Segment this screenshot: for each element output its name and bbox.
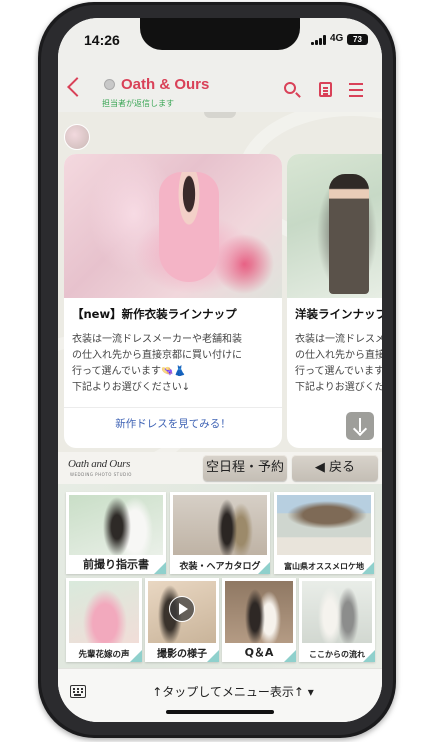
- rich-menu: Oath and Ours WEDDING PHOTO STUDIO 空日程・予…: [58, 452, 382, 668]
- card-title: 【new】新作衣装ラインナップ: [72, 307, 237, 321]
- status-time: 14:26: [84, 32, 120, 48]
- tile-photo: [69, 581, 139, 643]
- card-photo: [64, 154, 282, 298]
- home-indicator: [166, 710, 274, 714]
- chat-header: Oath & Ours 担当者が返信します: [58, 62, 382, 112]
- avatar[interactable]: [64, 124, 90, 150]
- network-type: 4G: [330, 33, 344, 44]
- tile-photo: [225, 581, 293, 643]
- rich-menu-top-bar: Oath and Ours WEDDING PHOTO STUDIO 空日程・予…: [58, 452, 382, 484]
- menu-tile-next-steps[interactable]: ここからの流れ: [299, 578, 375, 662]
- carousel-card[interactable]: 洋装ラインナップ 衣装は一流ドレスメーカー の仕入れ先から直接京都 行って選んで…: [287, 154, 382, 448]
- card-photo: [287, 154, 382, 298]
- card-body: 衣装は一流ドレスメーカーや老舗和装 の仕入れ先から直接京都に買い付けに 行って選…: [72, 334, 242, 393]
- corner-accent: [362, 562, 374, 574]
- corner-accent: [207, 650, 219, 662]
- menu-toggle[interactable]: ↑タップしてメニュー表示↑ ▾: [128, 683, 338, 700]
- scroll-down-button[interactable]: [346, 412, 374, 440]
- menu-tile-shooting-video[interactable]: 撮影の様子: [145, 578, 219, 662]
- corner-accent: [258, 562, 270, 574]
- reserve-button[interactable]: 空日程・予約: [203, 455, 287, 481]
- card-action-link[interactable]: 新作ドレスを見てみる！: [64, 416, 282, 431]
- notes-icon[interactable]: [319, 82, 332, 97]
- notch: [140, 18, 300, 50]
- menu-icon[interactable]: [349, 83, 363, 85]
- menu-tile-testimonials[interactable]: 先輩花嫁の声: [66, 578, 142, 662]
- tile-photo: [302, 581, 372, 643]
- menu-tile-costume-catalog[interactable]: 衣装・ヘアカタログ: [170, 492, 270, 574]
- rich-menu-grid: 前撮り指示書 衣装・ヘアカタログ 富山県オススメロケ地 先輩花嫁の声 撮影の様子…: [58, 484, 382, 668]
- date-separator: [204, 112, 236, 118]
- card-body: 衣装は一流ドレスメーカー の仕入れ先から直接京都 行って選んでいます 下記よりお…: [295, 334, 382, 393]
- back-arrow-icon[interactable]: [67, 77, 87, 97]
- brand-logo-subtitle: WEDDING PHOTO STUDIO: [70, 472, 132, 477]
- signal-icon: [311, 35, 327, 45]
- divider: [64, 407, 282, 408]
- tile-photo: [69, 495, 163, 555]
- tile-photo: [277, 495, 371, 555]
- search-icon[interactable]: [284, 82, 296, 94]
- chat-area: 【new】新作衣装ラインナップ 衣装は一流ドレスメーカーや老舗和装 の仕入れ先か…: [58, 112, 382, 452]
- play-icon: [169, 596, 195, 622]
- corner-accent: [130, 650, 142, 662]
- corner-accent: [154, 562, 166, 574]
- tile-photo: [173, 495, 267, 555]
- shield-icon: [104, 79, 115, 90]
- tile-label: 前撮り指示書: [83, 558, 149, 571]
- corner-accent: [363, 650, 375, 662]
- chat-subtitle: 担当者が返信します: [102, 99, 174, 108]
- card-title: 洋装ラインナップ: [295, 307, 382, 321]
- keyboard-icon[interactable]: [70, 685, 86, 698]
- menu-tile-locations[interactable]: 富山県オススメロケ地: [274, 492, 374, 574]
- menu-tile-shooting-instructions[interactable]: 前撮り指示書: [66, 492, 166, 574]
- carousel-card[interactable]: 【new】新作衣装ラインナップ 衣装は一流ドレスメーカーや老舗和装 の仕入れ先か…: [64, 154, 282, 448]
- corner-accent: [284, 650, 296, 662]
- back-button[interactable]: ◀ 戻る: [292, 455, 378, 481]
- phone-screen: 14:26 4G 73 Oath & Ours 担当者が返信します 【new】新…: [58, 18, 382, 722]
- battery-icon: 73: [347, 34, 368, 45]
- tile-label: 衣装・ヘアカタログ: [179, 562, 261, 572]
- tile-label: 富山県オススメロケ地: [284, 562, 364, 571]
- menu-tile-faq[interactable]: Q＆A: [222, 578, 296, 662]
- brand-logo: Oath and Ours: [68, 458, 131, 470]
- chat-title: Oath & Ours: [121, 76, 210, 93]
